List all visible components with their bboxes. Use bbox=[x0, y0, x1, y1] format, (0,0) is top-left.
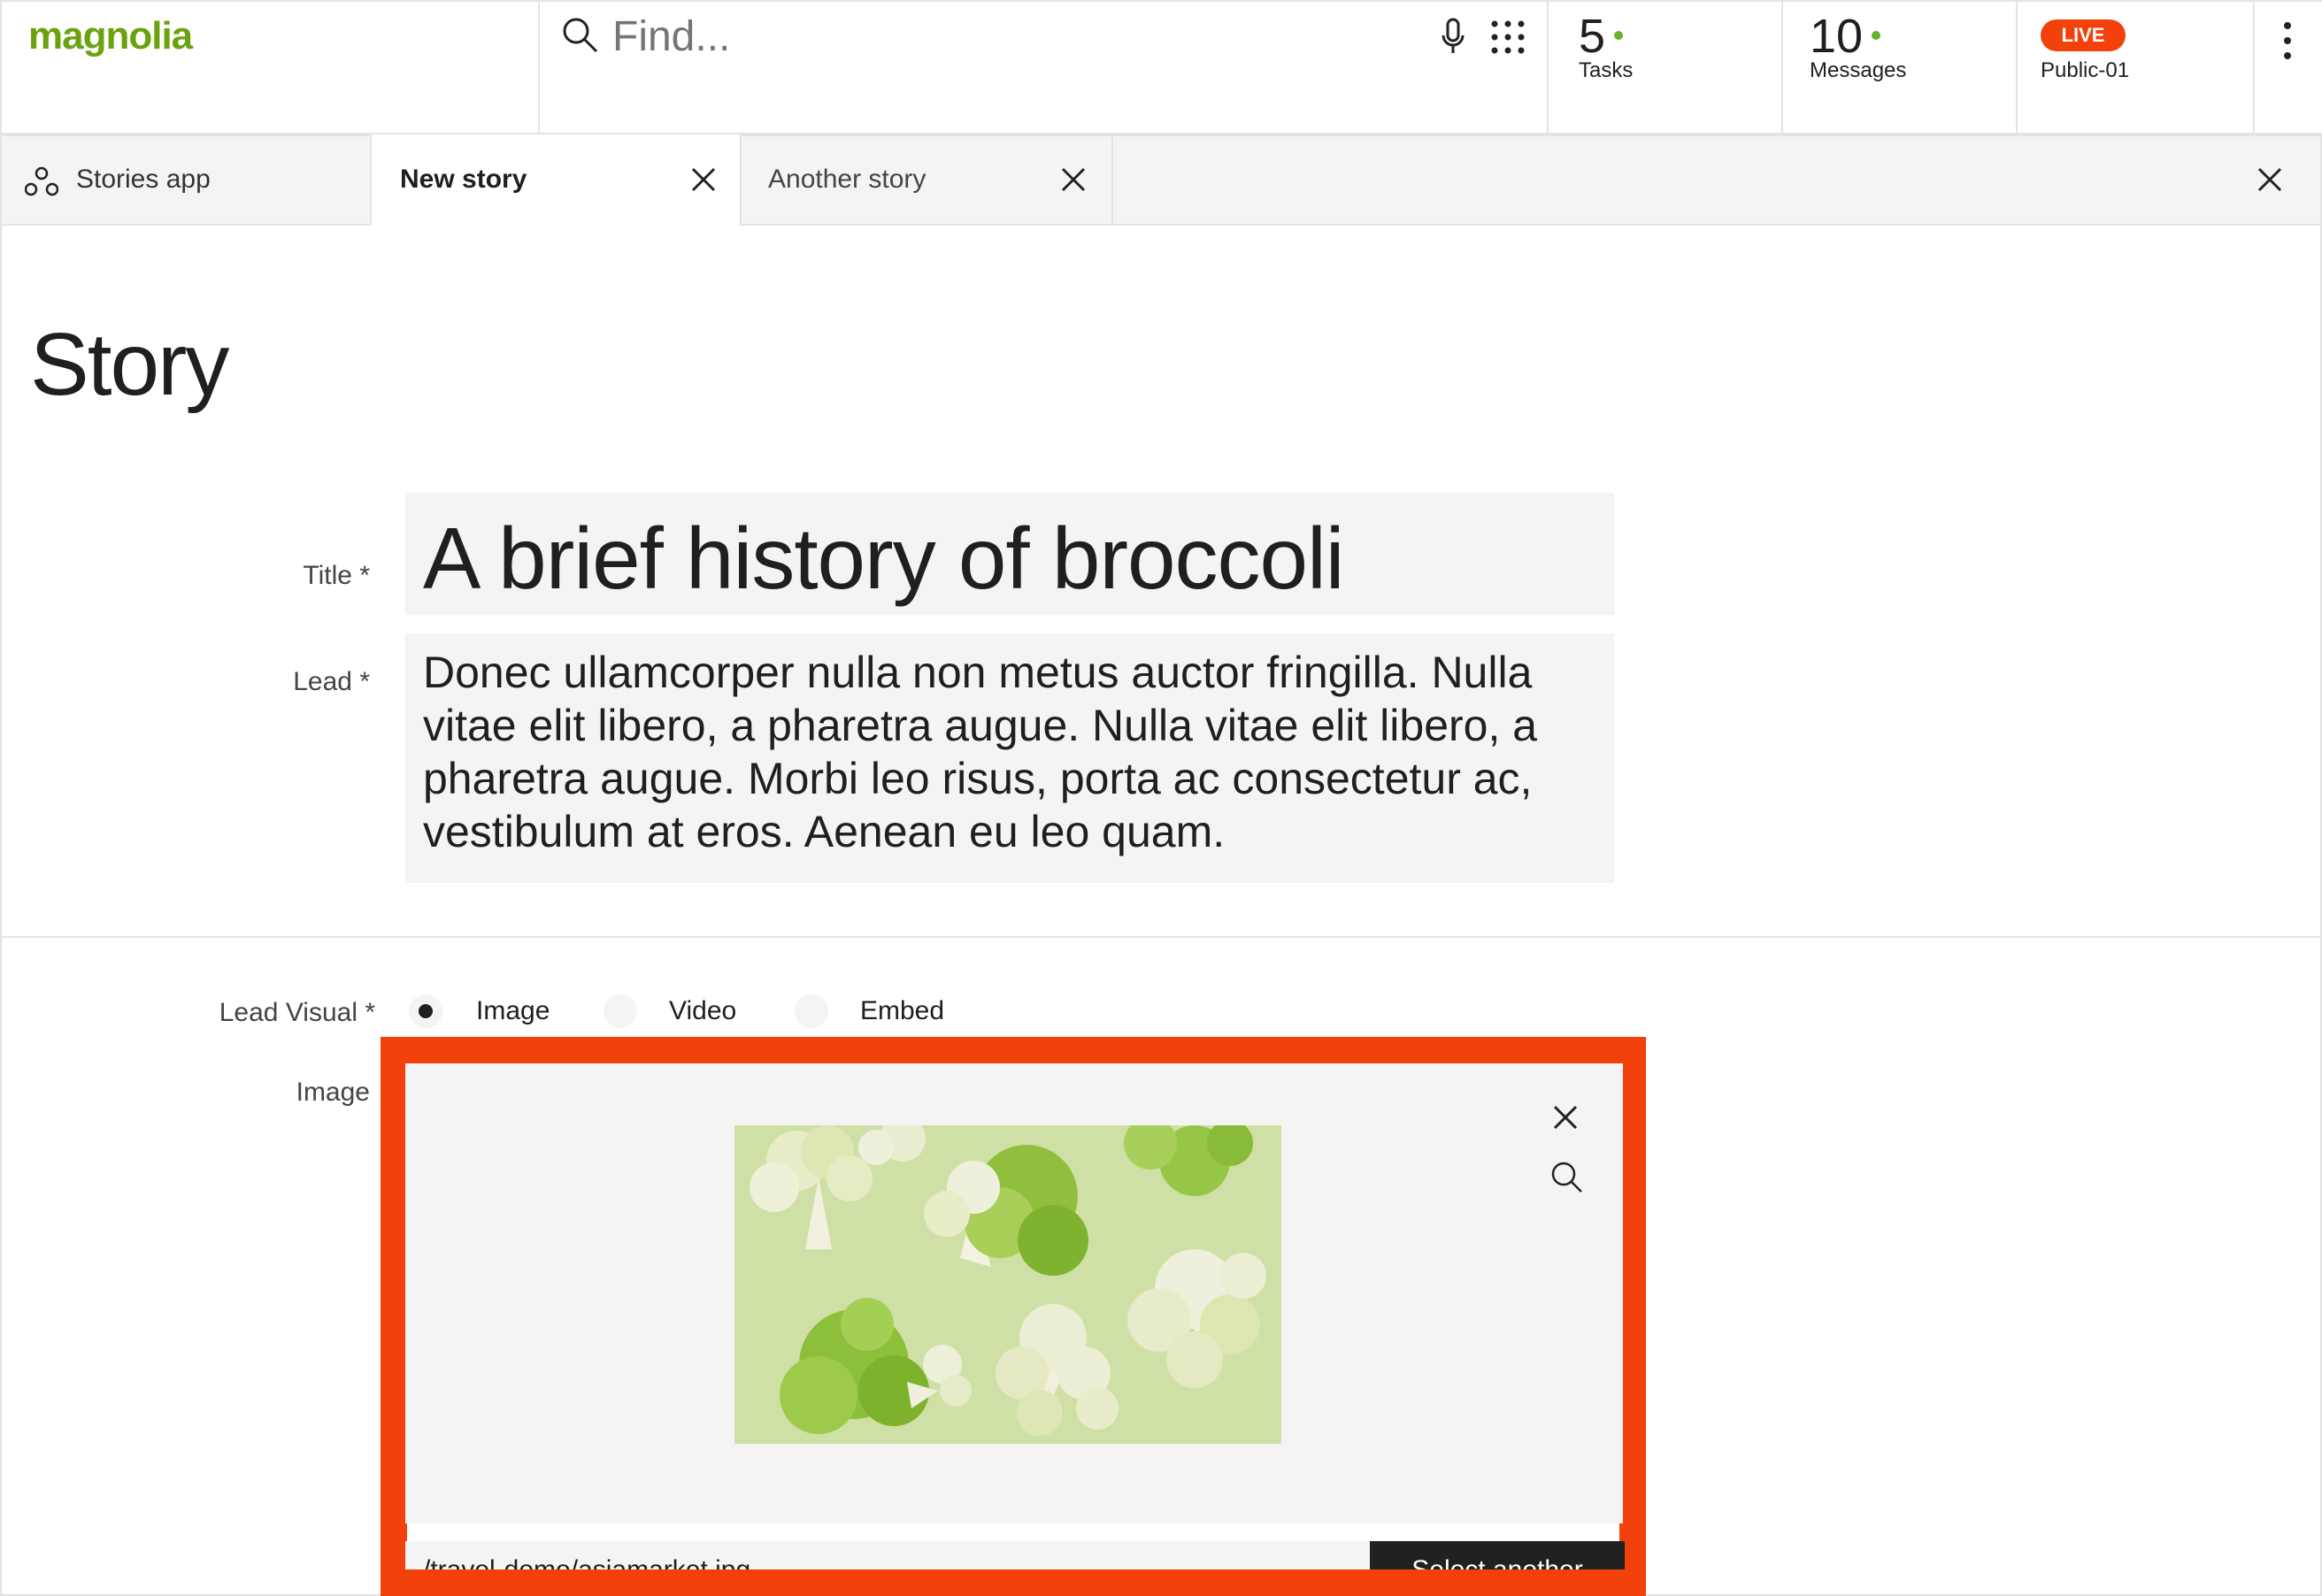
more-vertical-icon[interactable] bbox=[2283, 21, 2292, 60]
logo-cell: magnolia bbox=[0, 0, 540, 134]
broccoli-image bbox=[734, 1125, 1281, 1444]
tab-another-story[interactable]: Another story bbox=[742, 134, 1113, 226]
tab-label: New story bbox=[400, 165, 527, 194]
lead-label: Lead * bbox=[293, 667, 370, 696]
stories-app-icon bbox=[25, 166, 58, 196]
environment-label: Public-01 bbox=[2041, 58, 2130, 82]
zoom-icon[interactable] bbox=[1550, 1161, 1584, 1194]
tab-stories-app[interactable]: Stories app bbox=[0, 134, 372, 226]
radio-image-button[interactable] bbox=[409, 994, 442, 1028]
radio-embed-label: Embed bbox=[860, 996, 945, 1025]
live-badge: LIVE bbox=[2041, 19, 2126, 51]
radio-video-label: Video bbox=[669, 996, 737, 1025]
tab-label: Stories app bbox=[76, 165, 211, 194]
page-header: Story bbox=[0, 226, 2322, 441]
page-title: Story bbox=[30, 315, 229, 414]
title-label: Title * bbox=[303, 561, 370, 590]
close-icon[interactable] bbox=[690, 166, 717, 193]
radio-video[interactable]: Video bbox=[604, 994, 763, 1032]
radio-embed-button[interactable] bbox=[795, 994, 828, 1028]
lead-value: Donec ullamcorper nulla non metus auctor… bbox=[423, 648, 1538, 856]
search-bar[interactable] bbox=[538, 0, 1549, 134]
messages-indicator[interactable]: 10 Messages bbox=[1781, 0, 2018, 134]
messages-count: 10 bbox=[1810, 10, 1864, 63]
tab-label: Another story bbox=[768, 165, 926, 194]
image-preview-area bbox=[405, 1063, 1623, 1523]
messages-label: Messages bbox=[1810, 58, 1907, 82]
tasks-status-dot bbox=[1614, 31, 1623, 40]
header-menu[interactable] bbox=[2253, 0, 2322, 134]
search-input[interactable] bbox=[611, 7, 1287, 65]
radio-embed[interactable]: Embed bbox=[795, 994, 972, 1032]
radio-image-label: Image bbox=[476, 996, 550, 1025]
radio-image[interactable]: Image bbox=[409, 994, 568, 1032]
tasks-label: Tasks bbox=[1579, 58, 1634, 82]
lead-visual-radio-group: Image Video Embed bbox=[409, 994, 975, 1032]
tasks-count: 5 bbox=[1579, 10, 1606, 63]
tab-new-story[interactable]: New story bbox=[370, 134, 742, 227]
close-icon[interactable] bbox=[1060, 166, 1087, 193]
image-field-highlight-bottom bbox=[381, 1569, 1646, 1596]
environment-indicator[interactable]: LIVE Public-01 bbox=[2016, 0, 2255, 134]
title-value: A brief history of broccoli bbox=[423, 510, 1345, 607]
apps-grid-icon[interactable] bbox=[1490, 19, 1526, 55]
title-field[interactable]: A brief history of broccoli bbox=[405, 493, 1614, 615]
messages-status-dot bbox=[1872, 31, 1880, 40]
radio-video-button[interactable] bbox=[604, 994, 637, 1028]
lead-field[interactable]: Donec ullamcorper nulla non metus auctor… bbox=[405, 633, 1614, 883]
search-icon[interactable] bbox=[561, 16, 600, 55]
microphone-icon[interactable] bbox=[1441, 18, 1465, 57]
close-all-tabs-icon[interactable] bbox=[2257, 166, 2283, 193]
magnolia-logo[interactable]: magnolia bbox=[28, 14, 193, 58]
tasks-indicator[interactable]: 5 Tasks bbox=[1547, 0, 1783, 134]
image-label: Image bbox=[296, 1078, 370, 1107]
image-field-highlight: /travel-demo/asiamarket.jpg Select anoth… bbox=[381, 1037, 1646, 1596]
lead-visual-label: Lead Visual * bbox=[219, 998, 375, 1027]
remove-image-icon[interactable] bbox=[1552, 1104, 1579, 1131]
